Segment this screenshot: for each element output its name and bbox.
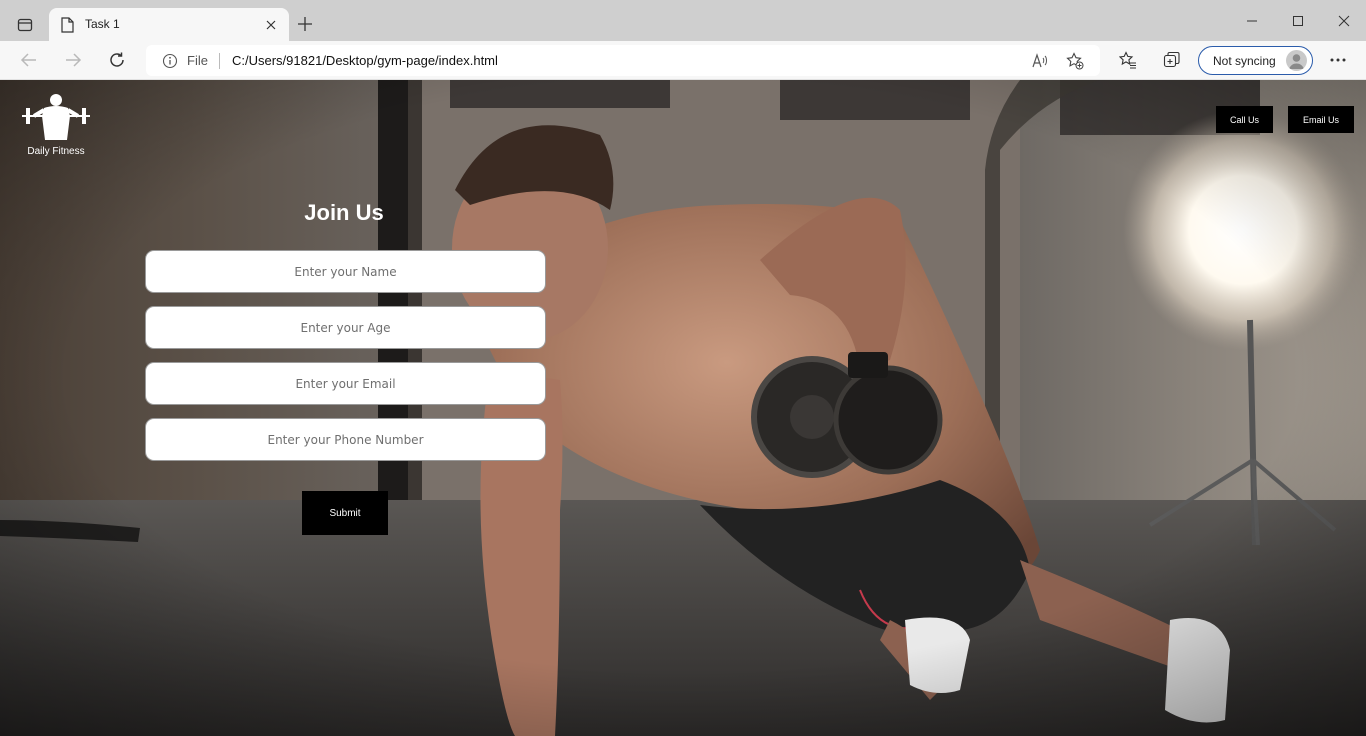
browser-tab-strip: Task 1 [0, 0, 1366, 41]
sync-status-label: Not syncing [1213, 54, 1276, 68]
tab-title: Task 1 [85, 17, 120, 31]
url-text[interactable]: C:/Users/91821/Desktop/gym-page/index.ht… [232, 53, 498, 68]
favorites-icon[interactable] [1118, 50, 1138, 70]
browser-toolbar: File C:/Users/91821/Desktop/gym-page/ind… [0, 41, 1366, 80]
form-title: Join Us [304, 200, 384, 225]
avatar-icon [1286, 50, 1307, 71]
profile-sync-button[interactable]: Not syncing [1198, 46, 1313, 75]
call-us-button[interactable]: Call Us [1216, 106, 1273, 133]
page-viewport: Daily Fitness Call Us Email Us Join Us S… [0, 80, 1366, 736]
brand-name: Daily Fitness [27, 146, 85, 157]
forward-icon[interactable] [61, 49, 85, 71]
name-input[interactable] [145, 250, 546, 293]
hero-background-image [0, 80, 1366, 736]
info-icon[interactable] [162, 53, 178, 69]
back-icon[interactable] [17, 49, 41, 71]
email-us-button[interactable]: Email Us [1288, 106, 1354, 133]
address-divider [219, 53, 220, 69]
tab-actions-icon[interactable] [10, 10, 40, 40]
email-input[interactable] [145, 362, 546, 405]
submit-button[interactable]: Submit [302, 491, 388, 535]
bodybuilder-barbell-icon [22, 94, 90, 140]
close-window-icon[interactable] [1332, 11, 1356, 31]
new-tab-icon[interactable] [294, 13, 316, 35]
add-favorite-icon[interactable] [1066, 52, 1084, 70]
address-prefix: File [187, 53, 208, 68]
brand-logo[interactable]: Daily Fitness [18, 92, 94, 158]
collections-icon[interactable] [1162, 50, 1182, 70]
refresh-icon[interactable] [105, 49, 129, 71]
close-tab-icon[interactable] [263, 17, 279, 33]
browser-tab[interactable]: Task 1 [49, 8, 289, 41]
more-menu-icon[interactable] [1328, 50, 1348, 70]
maximize-icon[interactable] [1286, 11, 1310, 31]
age-input[interactable] [145, 306, 546, 349]
page-icon [61, 17, 74, 33]
minimize-icon[interactable] [1240, 11, 1264, 31]
read-aloud-icon[interactable] [1031, 52, 1049, 70]
phone-input[interactable] [145, 418, 546, 461]
address-bar[interactable]: File C:/Users/91821/Desktop/gym-page/ind… [146, 45, 1100, 76]
